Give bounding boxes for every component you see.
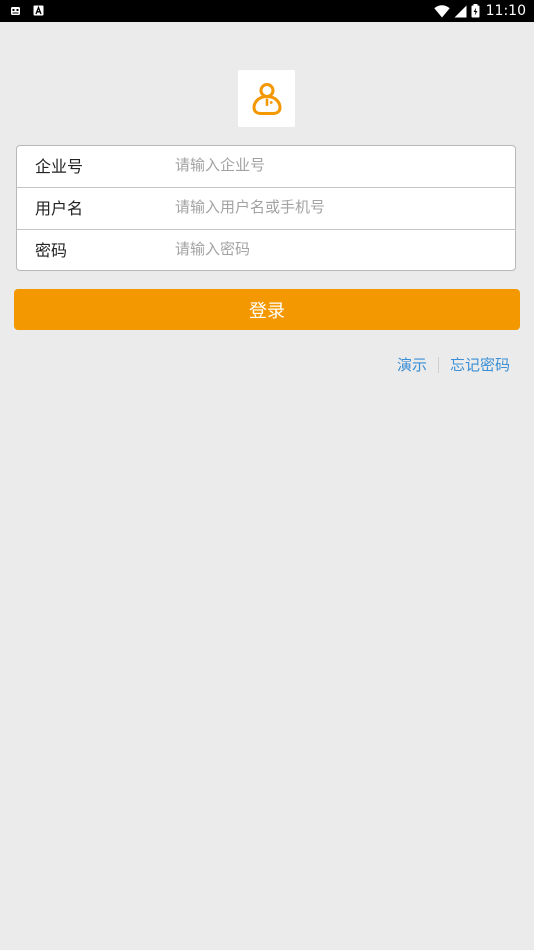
link-divider [437,356,439,373]
status-bar-right-icons: 11:10 [433,2,526,20]
user-profile-icon [251,82,282,115]
cellular-signal-icon [454,5,467,17]
notification-a-icon [33,5,44,16]
android-debug-icon [11,7,20,15]
company-id-input[interactable] [175,154,495,176]
company-id-label: 企业号 [35,157,84,176]
forgot-password-link[interactable]: 忘记密码 [450,354,510,375]
username-row: 用户名 [17,188,515,230]
app-logo [238,70,295,127]
login-button[interactable]: 登录 [14,289,520,330]
username-label: 用户名 [35,199,84,218]
login-form: 企业号 用户名 密码 [16,145,516,271]
status-bar-time: 11:10 [485,3,526,19]
battery-icon [471,4,480,18]
status-bar-left-icons [10,5,44,16]
username-input[interactable] [175,196,495,218]
password-input[interactable] [175,238,495,260]
password-label: 密码 [35,241,68,260]
status-bar: 11:10 [0,0,534,22]
demo-link[interactable]: 演示 [397,354,427,375]
company-id-row: 企业号 [17,146,515,188]
wifi-icon [433,4,450,18]
auxiliary-links: 演示 忘记密码 [397,354,510,375]
password-row: 密码 [17,230,515,270]
